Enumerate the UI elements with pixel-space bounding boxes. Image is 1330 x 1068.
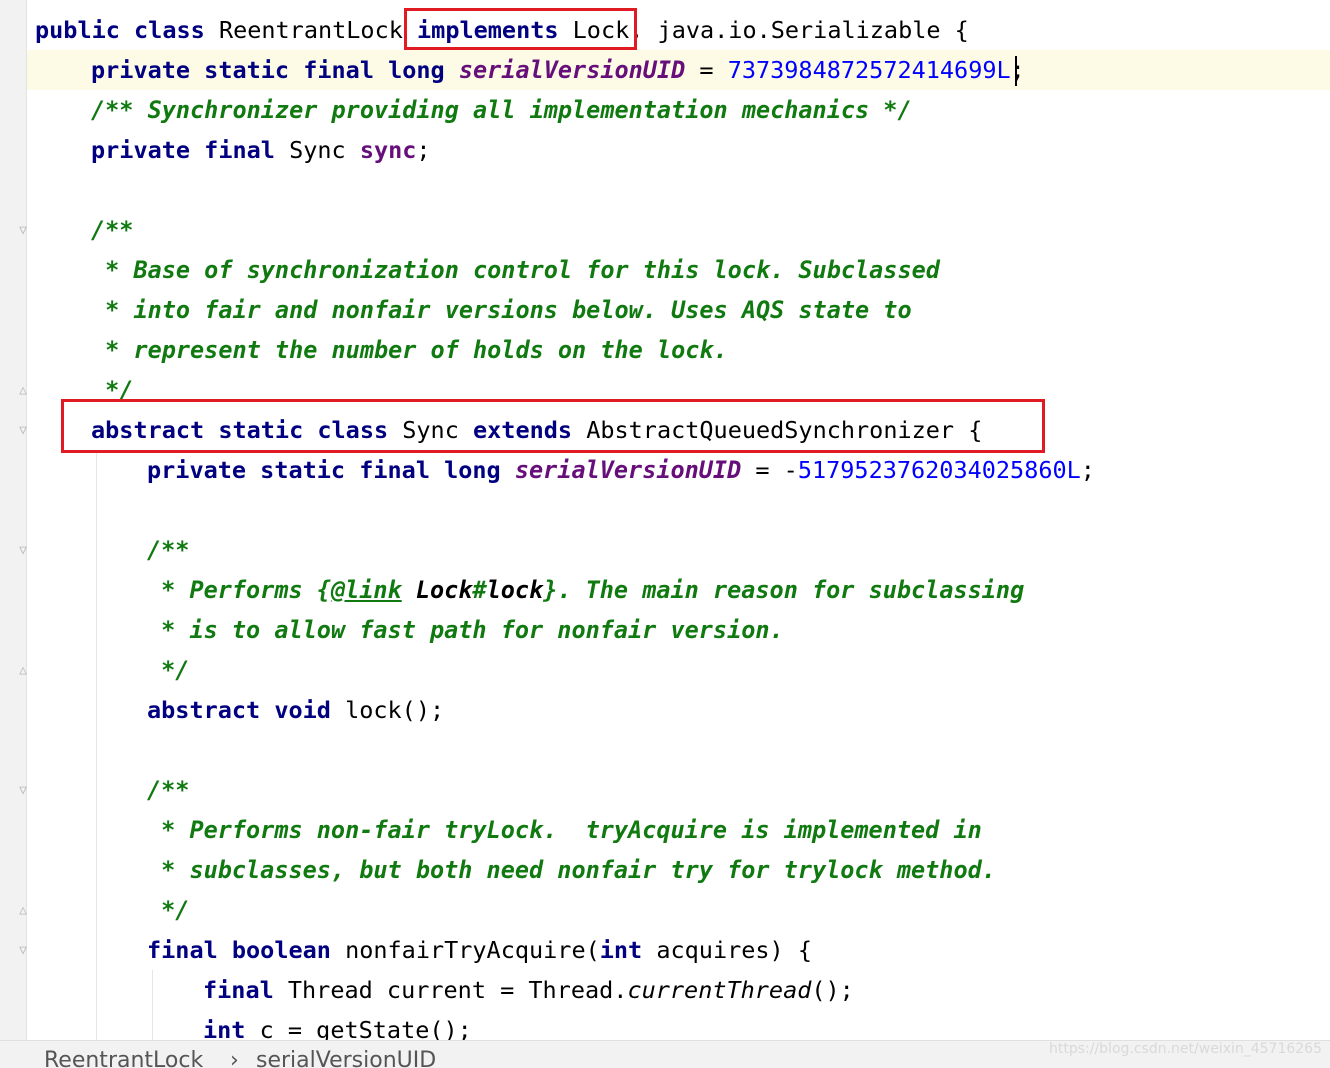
code-line-2: private static final long serialVersionU… [91, 56, 1025, 84]
code-line-23: */ [147, 896, 190, 924]
code-line-25: final Thread current = Thread.currentThr… [203, 976, 854, 1004]
code-line-15: * Performs {@link Lock#lock}. The main r… [147, 576, 1025, 604]
breadcrumb-item-class[interactable]: ReentrantLock [44, 1041, 203, 1068]
code-line-22: * subclasses, but both need nonfair try … [147, 856, 996, 884]
text-caret [1015, 56, 1017, 86]
code-line-24: final boolean nonfairTryAcquire(int acqu… [147, 936, 812, 964]
code-line-14: /** [147, 536, 190, 564]
chevron-right-icon: › [230, 1048, 239, 1068]
fold-end-icon[interactable]: △ [16, 664, 30, 678]
code-line-6: /** [91, 216, 134, 244]
code-line-12: private static final long serialVersionU… [147, 456, 1095, 484]
watermark: https://blog.csdn.net/weixin_45716265 [1048, 1041, 1322, 1057]
fold-icon[interactable]: ▽ [16, 544, 30, 558]
code-editor[interactable]: ▽ △ ▽ ▽ △ ▽ △ ▽ public class ReentrantLo… [0, 0, 1330, 1040]
fold-icon[interactable]: ▽ [16, 424, 30, 438]
fold-icon[interactable]: ▽ [16, 224, 30, 238]
highlight-box-implements-lock [404, 8, 637, 50]
code-line-17: */ [147, 656, 190, 684]
code-line-18: abstract void lock(); [147, 696, 445, 724]
highlight-box-sync-class [61, 399, 1045, 453]
indent-guide [152, 970, 153, 1040]
gutter: ▽ △ ▽ ▽ △ ▽ △ ▽ [0, 0, 27, 1040]
breadcrumb-item-field[interactable]: serialVersionUID [256, 1041, 436, 1068]
code-line-8: * into fair and nonfair versions below. … [91, 296, 912, 324]
code-line-7: * Base of synchronization control for th… [91, 256, 940, 284]
code-line-3: /** Synchronizer providing all implement… [91, 96, 912, 124]
fold-icon[interactable]: ▽ [16, 944, 30, 958]
code-line-16: * is to allow fast path for nonfair vers… [147, 616, 784, 644]
code-line-21: * Performs non-fair tryLock. tryAcquire … [147, 816, 982, 844]
code-line-9: * represent the number of holds on the l… [91, 336, 728, 364]
code-line-26: int c = getState(); [203, 1016, 472, 1040]
fold-end-icon[interactable]: △ [16, 384, 30, 398]
code-line-20: /** [147, 776, 190, 804]
code-line-4: private final Sync sync; [91, 136, 431, 164]
fold-icon[interactable]: ▽ [16, 784, 30, 798]
indent-guide [96, 450, 97, 1040]
fold-end-icon[interactable]: △ [16, 904, 30, 918]
javadoc-link-tag[interactable]: @link [331, 576, 402, 604]
